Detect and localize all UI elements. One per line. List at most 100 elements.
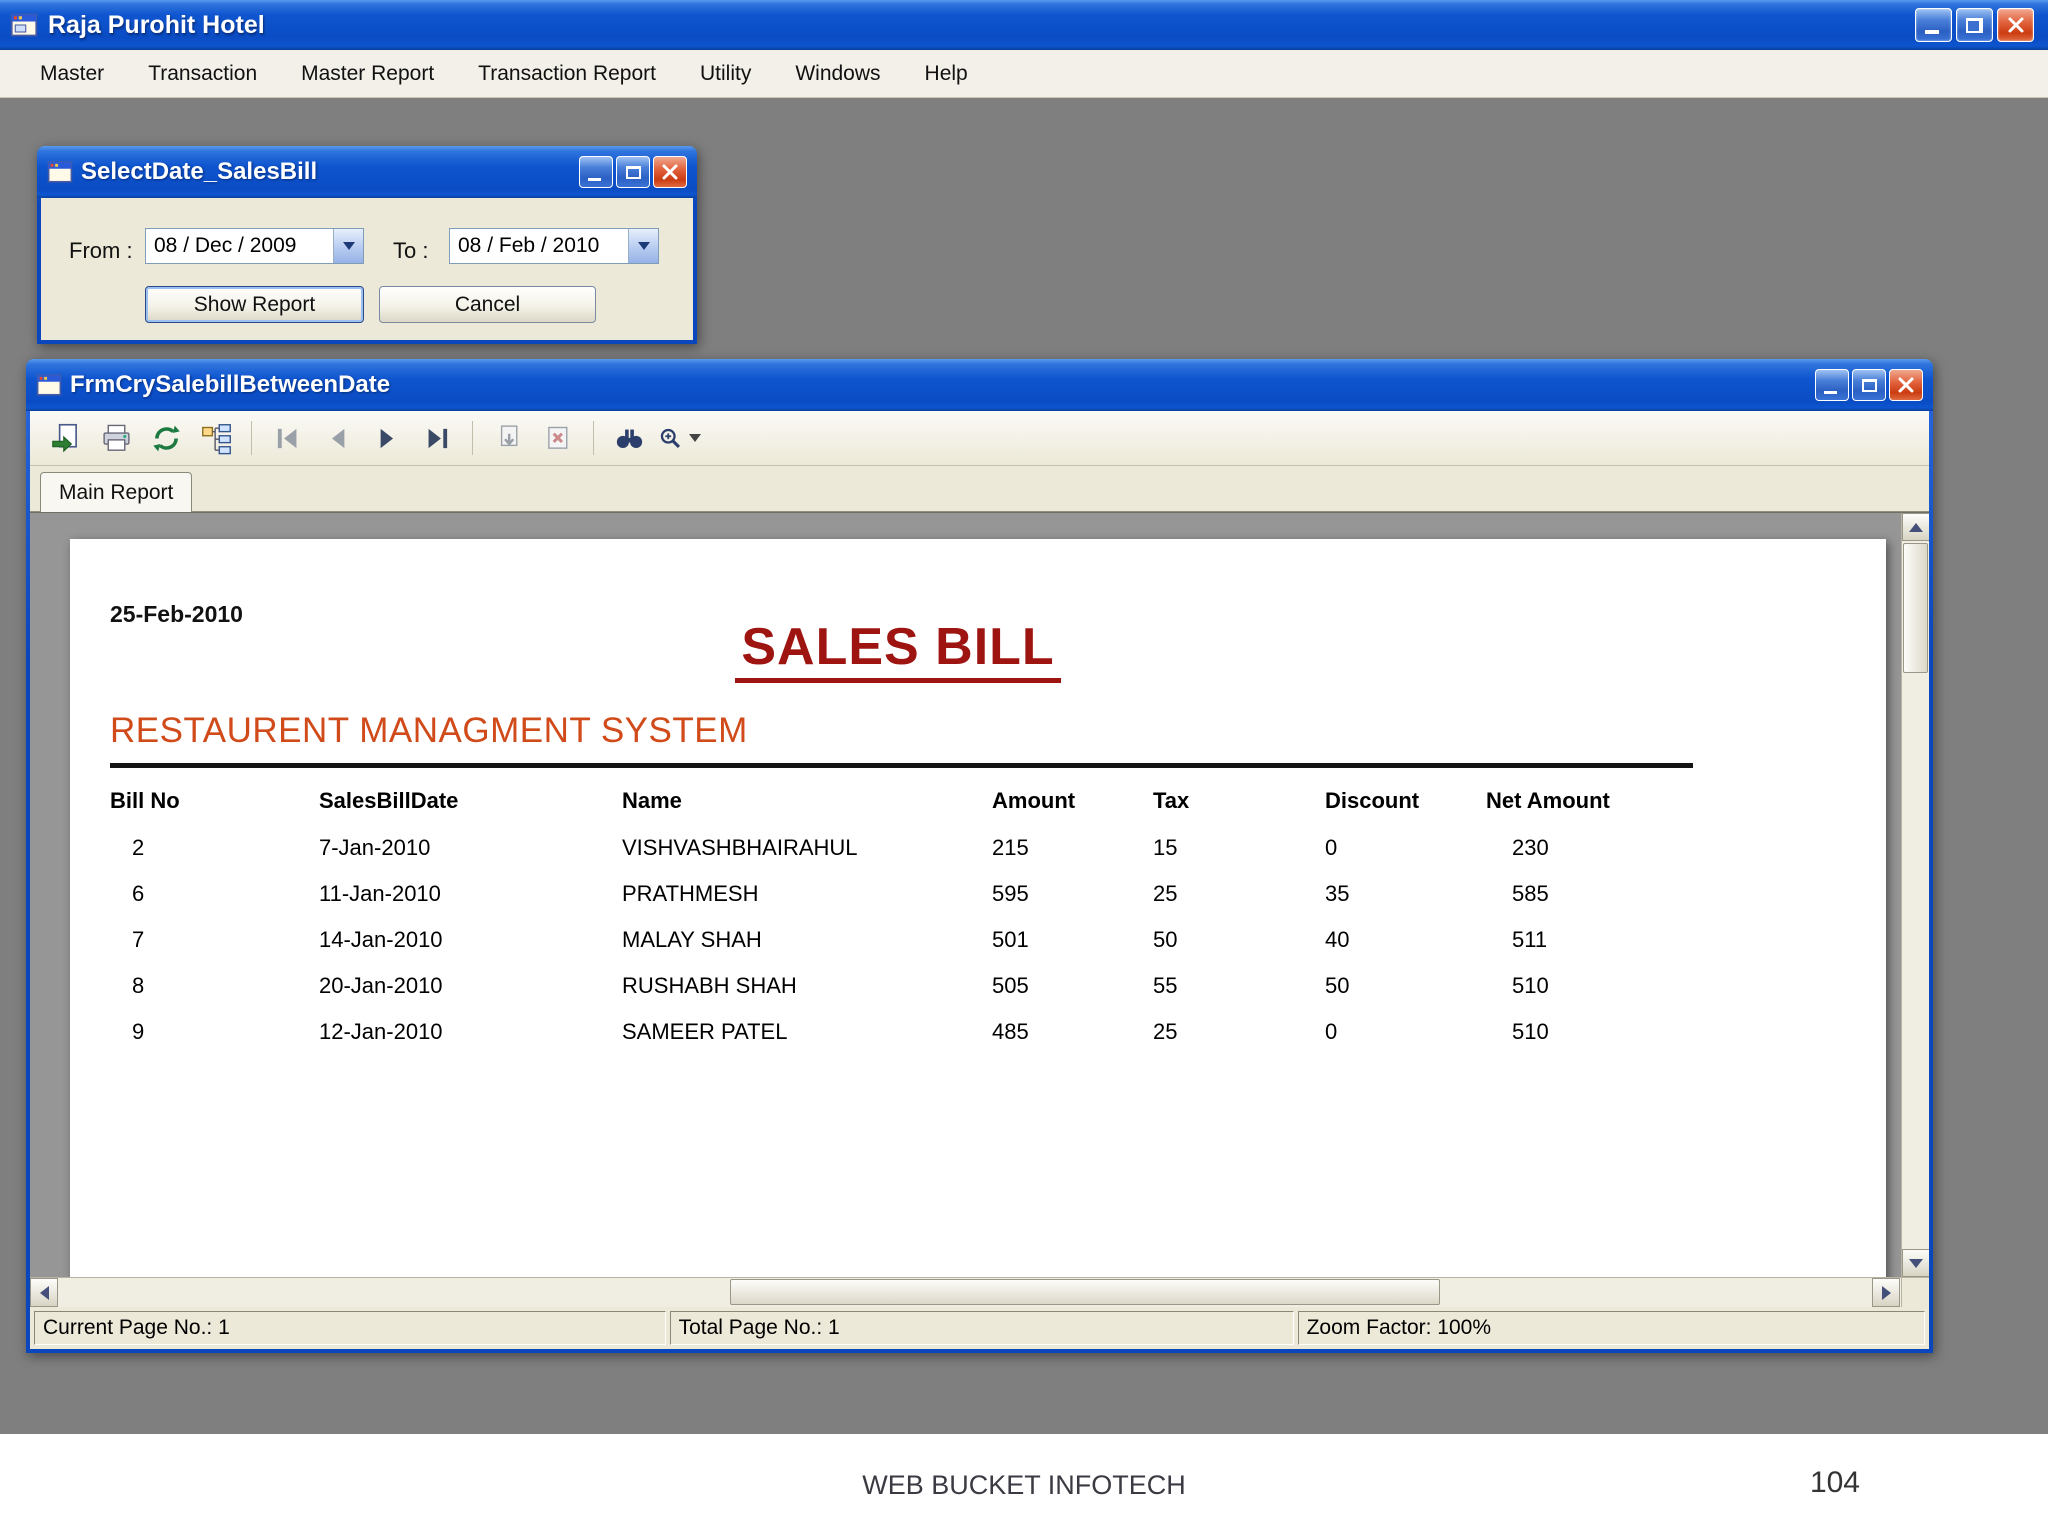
table-cell: 215 <box>992 835 1029 860</box>
find-icon[interactable] <box>607 416 651 460</box>
dialog-maximize-button[interactable] <box>616 156 650 188</box>
vertical-scrollbar[interactable] <box>1901 513 1929 1277</box>
group-tree-icon[interactable] <box>194 416 238 460</box>
menu-transaction[interactable]: Transaction <box>126 53 279 95</box>
close-icon <box>1898 377 1914 393</box>
table-cell: VISHVASHBHAIRAHUL <box>622 835 858 860</box>
horizontal-scrollbar[interactable] <box>30 1277 1929 1307</box>
col-salesbilldate: SalesBillDate <box>319 788 459 813</box>
table-cell: 15 <box>1153 835 1178 860</box>
chevron-down-icon <box>689 434 701 442</box>
close-button[interactable] <box>1997 8 2034 42</box>
next-page-icon[interactable] <box>365 416 409 460</box>
scroll-right-button[interactable] <box>1872 1278 1900 1307</box>
to-label: To : <box>393 238 429 263</box>
menu-windows[interactable]: Windows <box>773 53 902 95</box>
close-view-icon[interactable] <box>536 416 580 460</box>
dialog-minimize-button[interactable] <box>579 156 613 188</box>
app-window: Raja Purohit Hotel Master Transaction Ma… <box>0 0 2048 1434</box>
table-cell: 7-Jan-2010 <box>319 835 431 860</box>
table-cell: 50 <box>1325 973 1350 998</box>
table-cell: 501 <box>992 927 1029 952</box>
arrow-down-icon <box>1909 1258 1923 1268</box>
toolbar-separator <box>251 421 252 455</box>
minimize-icon <box>1925 30 1939 34</box>
zoom-icon[interactable] <box>657 416 701 460</box>
dialog-title: SelectDate_SalesBill <box>81 158 318 185</box>
table-cell: 511 <box>1512 927 1548 952</box>
menu-transaction-report[interactable]: Transaction Report <box>456 53 678 95</box>
first-page-icon[interactable] <box>265 416 309 460</box>
table-cell: 2 <box>132 835 145 860</box>
restore-icon <box>1966 17 1983 33</box>
app-icon <box>10 13 38 37</box>
report-window: FrmCrySalebillBetweenDate Main Report 25… <box>26 359 1933 1353</box>
report-subtitle: RESTAURENT MANAGMENT SYSTEM <box>110 711 748 750</box>
table-cell: SAMEER PATEL <box>622 1019 788 1044</box>
horizontal-scroll-thumb[interactable] <box>730 1279 1440 1305</box>
status-zoom-factor: Zoom Factor: 100% <box>1297 1311 1925 1345</box>
to-date-combobox[interactable]: 08 / Feb / 2010 <box>449 228 659 264</box>
minimize-button[interactable] <box>1915 8 1952 42</box>
report-page: 25-Feb-2010 SALES BILL RESTAURENT MANAGM… <box>70 539 1886 1277</box>
report-table: Bill No SalesBillDate Name Amount Tax Di… <box>110 777 1730 1055</box>
prev-page-icon[interactable] <box>315 416 359 460</box>
report-titlebar[interactable]: FrmCrySalebillBetweenDate <box>26 359 1933 411</box>
toolbar-separator <box>593 421 594 455</box>
arrow-right-icon <box>1881 1285 1891 1300</box>
from-date-combobox[interactable]: 08 / Dec / 2009 <box>145 228 364 264</box>
col-amount: Amount <box>992 788 1076 813</box>
table-cell: 20-Jan-2010 <box>319 973 443 998</box>
report-maximize-button[interactable] <box>1852 369 1886 401</box>
show-report-button[interactable]: Show Report <box>145 286 364 323</box>
from-dropdown-button[interactable] <box>333 229 363 263</box>
restore-button[interactable] <box>1956 8 1993 42</box>
table-cell: 35 <box>1325 881 1350 906</box>
print-icon[interactable] <box>94 416 138 460</box>
table-cell: 11-Jan-2010 <box>319 881 441 906</box>
app-title: Raja Purohit Hotel <box>48 10 265 39</box>
dialog-titlebar[interactable]: SelectDate_SalesBill <box>37 146 697 198</box>
tab-main-report[interactable]: Main Report <box>40 472 193 512</box>
scroll-left-button[interactable] <box>30 1278 58 1307</box>
form-icon <box>47 161 73 183</box>
app-titlebar[interactable]: Raja Purohit Hotel <box>0 0 2048 50</box>
dialog-window-controls <box>579 156 687 188</box>
footer-text: WEB BUCKET INFOTECH <box>862 1470 1186 1500</box>
table-cell: 485 <box>992 1019 1029 1044</box>
report-title: SALES BILL <box>735 618 1061 683</box>
maximize-icon <box>1861 378 1877 392</box>
dialog-close-button[interactable] <box>653 156 687 188</box>
to-dropdown-button[interactable] <box>628 229 658 263</box>
minimize-icon <box>588 178 601 181</box>
export-icon[interactable] <box>44 416 88 460</box>
cancel-button[interactable]: Cancel <box>379 286 596 323</box>
chevron-down-icon <box>637 242 650 250</box>
table-cell: 14-Jan-2010 <box>319 927 443 952</box>
table-cell: 585 <box>1512 881 1549 906</box>
report-toolbar <box>30 411 1929 466</box>
table-cell: 8 <box>132 973 145 998</box>
menu-master-report[interactable]: Master Report <box>279 53 456 95</box>
arrow-up-icon <box>1909 522 1923 532</box>
refresh-icon[interactable] <box>144 416 188 460</box>
close-icon <box>662 164 678 180</box>
screen: Raja Purohit Hotel Master Transaction Ma… <box>0 0 2048 1536</box>
col-bill-no: Bill No <box>110 788 180 813</box>
table-cell: 230 <box>1512 835 1549 860</box>
report-close-button[interactable] <box>1889 369 1923 401</box>
minimize-icon <box>1824 391 1837 394</box>
scroll-up-button[interactable] <box>1902 513 1929 541</box>
menu-master[interactable]: Master <box>18 53 126 95</box>
last-page-icon[interactable] <box>415 416 459 460</box>
chevron-down-icon <box>342 242 355 250</box>
table-cell: 595 <box>992 881 1029 906</box>
arrow-left-icon <box>39 1285 49 1300</box>
scroll-down-button[interactable] <box>1902 1249 1929 1277</box>
menu-utility[interactable]: Utility <box>678 53 773 95</box>
maximize-icon <box>625 165 641 179</box>
vertical-scroll-thumb[interactable] <box>1903 543 1928 673</box>
goto-page-icon[interactable] <box>486 416 530 460</box>
menu-help[interactable]: Help <box>903 53 990 95</box>
report-minimize-button[interactable] <box>1815 369 1849 401</box>
